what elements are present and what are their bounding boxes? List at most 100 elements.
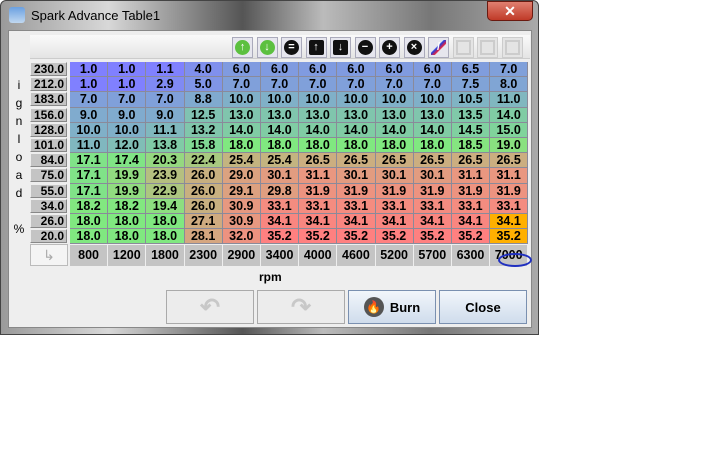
table-cell[interactable]: 35.2 [337, 229, 376, 245]
table-cell[interactable]: 27.1 [184, 213, 223, 230]
y-axis-value[interactable]: 55.0 [30, 183, 67, 198]
increment-green-button[interactable]: ↑ [232, 37, 253, 58]
table-cell[interactable]: 34.1 [413, 213, 452, 230]
y-axis-value[interactable]: 230.0 [30, 62, 67, 76]
redo-button[interactable]: ↷ [257, 290, 345, 324]
table-cell[interactable]: 12.0 [108, 137, 147, 154]
table-cell[interactable]: 12.5 [184, 107, 223, 123]
table-cell[interactable]: 6.0 [299, 62, 338, 78]
table-cell[interactable]: 7.0 [108, 92, 147, 108]
minus-button[interactable]: − [354, 37, 376, 58]
table-cell[interactable]: 18.0 [70, 213, 109, 230]
table-cell[interactable]: 30.9 [222, 198, 261, 214]
table-cell[interactable]: 30.1 [375, 168, 414, 184]
burn-button[interactable]: 🔥 Burn [348, 290, 436, 324]
table-cell[interactable]: 7.5 [451, 77, 491, 93]
table-cell[interactable]: 35.2 [490, 229, 529, 245]
table-cell[interactable]: 5.0 [184, 77, 223, 93]
table-cell[interactable]: 17.4 [108, 153, 147, 169]
table-cell[interactable]: 15.0 [490, 122, 529, 138]
y-axis-value[interactable]: 128.0 [30, 122, 67, 137]
table-cell[interactable]: 1.0 [108, 62, 147, 78]
table-cell[interactable]: 33.1 [490, 198, 529, 214]
table-cell[interactable]: 1.1 [146, 62, 185, 78]
table-cell[interactable]: 10.0 [70, 122, 109, 138]
table-cell[interactable]: 1.0 [70, 62, 109, 78]
table-cell[interactable]: 33.1 [337, 198, 376, 214]
table-cell[interactable]: 10.0 [375, 92, 414, 108]
table-cell[interactable]: 34.1 [337, 213, 376, 230]
table-cell[interactable]: 6.0 [222, 62, 261, 78]
table-cell[interactable]: 31.9 [337, 183, 376, 199]
table-cell[interactable]: 7.0 [375, 77, 414, 93]
table-cell[interactable]: 34.1 [260, 213, 300, 230]
table-cell[interactable]: 7.0 [222, 77, 261, 93]
table-cell[interactable]: 17.1 [70, 183, 109, 199]
x-axis-value[interactable]: 2900 [222, 245, 260, 267]
x-axis-value[interactable]: 3400 [260, 245, 299, 267]
table-cell[interactable]: 6.0 [413, 62, 452, 78]
y-axis-value[interactable]: 101.0 [30, 137, 67, 152]
table-cell[interactable]: 6.0 [260, 62, 300, 78]
arrow-down-button[interactable]: ↓ [330, 37, 351, 58]
table-cell[interactable]: 10.0 [108, 122, 147, 138]
table-cell[interactable]: 11.0 [70, 137, 109, 154]
table-cell[interactable]: 26.0 [184, 198, 223, 214]
table-cell[interactable]: 13.8 [146, 137, 185, 154]
table-cell[interactable]: 35.2 [299, 229, 338, 245]
table-cell[interactable]: 13.2 [184, 122, 223, 138]
table-cell[interactable]: 8.0 [490, 77, 529, 93]
table-cell[interactable]: 18.0 [413, 137, 452, 154]
table-cell[interactable]: 22.9 [146, 183, 185, 199]
table-cell[interactable]: 18.0 [146, 229, 185, 245]
table-cell[interactable]: 10.0 [337, 92, 376, 108]
table-cell[interactable]: 19.9 [108, 183, 147, 199]
table-cell[interactable]: 33.1 [260, 198, 300, 214]
table-cell[interactable]: 13.0 [375, 107, 414, 123]
window-close-button[interactable]: ✕ [487, 1, 533, 21]
x-axis-value[interactable]: 5200 [375, 245, 413, 267]
table-cell[interactable]: 31.9 [413, 183, 452, 199]
table-cell[interactable]: 18.2 [108, 198, 147, 214]
table-cell[interactable]: 18.0 [337, 137, 376, 154]
arrow-up-button[interactable]: ↑ [305, 37, 327, 58]
table-cell[interactable]: 34.1 [451, 213, 491, 230]
table-cell[interactable]: 31.1 [451, 168, 491, 184]
table-cell[interactable]: 30.1 [337, 168, 376, 184]
table-cell[interactable]: 26.5 [413, 153, 452, 169]
table-cell[interactable]: 26.5 [375, 153, 414, 169]
table-cell[interactable]: 13.5 [451, 107, 491, 123]
y-axis-value[interactable]: 75.0 [30, 168, 67, 183]
decrement-green-button[interactable]: ↓ [256, 37, 278, 58]
y-axis-value[interactable]: 34.0 [30, 198, 67, 213]
table-cell[interactable]: 31.9 [451, 183, 491, 199]
table-cell[interactable]: 19.0 [490, 137, 529, 154]
table-cell[interactable]: 31.1 [299, 168, 338, 184]
table-cell[interactable]: 14.0 [299, 122, 338, 138]
table-cell[interactable]: 7.0 [413, 77, 452, 93]
x-axis-value[interactable]: 800 [70, 245, 108, 267]
y-axis-value[interactable]: 183.0 [30, 92, 67, 107]
table-cell[interactable]: 15.8 [184, 137, 223, 154]
table-cell[interactable]: 7.0 [260, 77, 300, 93]
table-cell[interactable]: 18.0 [375, 137, 414, 154]
table-cell[interactable]: 19.9 [108, 168, 147, 184]
table-cell[interactable]: 19.4 [146, 198, 185, 214]
table-cell[interactable]: 34.1 [299, 213, 338, 230]
x-axis-value[interactable]: 6300 [451, 245, 490, 267]
table-cell[interactable]: 18.0 [108, 213, 147, 230]
table-cell[interactable]: 1.0 [108, 77, 147, 93]
table-cell[interactable]: 14.0 [222, 122, 261, 138]
plus-button[interactable]: + [379, 37, 400, 58]
table-cell[interactable]: 14.0 [375, 122, 414, 138]
table-cell[interactable]: 26.0 [184, 168, 223, 184]
axis-swap-icon[interactable]: ↳ [30, 244, 68, 267]
table-cell[interactable]: 10.5 [451, 92, 491, 108]
table-cell[interactable]: 6.0 [375, 62, 414, 78]
table-cell[interactable]: 29.1 [222, 183, 261, 199]
table-cell[interactable]: 17.1 [70, 153, 109, 169]
x-axis-value[interactable]: 4000 [299, 245, 337, 267]
table-cell[interactable]: 7.0 [490, 62, 529, 78]
table-cell[interactable]: 14.5 [451, 122, 491, 138]
table-cell[interactable]: 13.0 [222, 107, 261, 123]
